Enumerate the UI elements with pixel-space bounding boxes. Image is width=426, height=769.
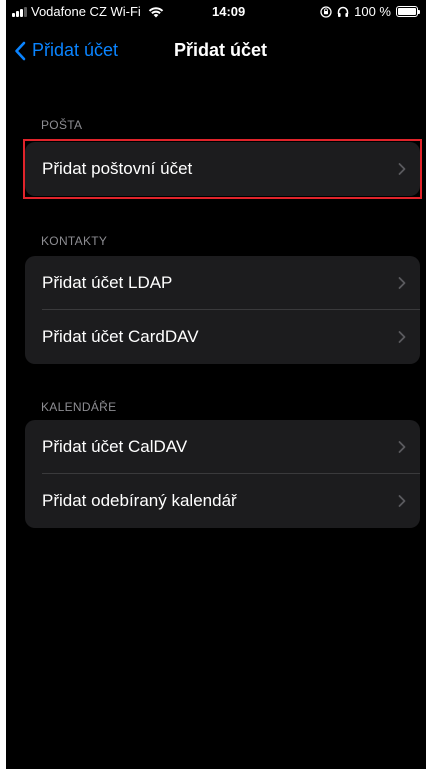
page-title: Přidat účet — [174, 40, 268, 60]
list-item-add-mail-account[interactable]: Přidat poštovní účet — [25, 142, 420, 196]
list-item-label: Přidat účet CardDAV — [42, 327, 199, 346]
settings-screen: Vodafone CZ Wi-Fi 14:09 100 % Přidat úče… — [6, 0, 426, 769]
list-item-label: Přidat poštovní účet — [42, 159, 193, 178]
list-item-add-caldav-account[interactable]: Přidat účet CalDAV — [25, 420, 420, 474]
chevron-right-icon — [398, 331, 406, 343]
battery-percentage: 100 % — [354, 4, 391, 19]
chevron-right-icon — [398, 495, 406, 507]
chevron-right-icon — [398, 441, 406, 453]
battery-icon — [396, 6, 420, 17]
group-contacts: Přidat účet LDAP Přidat účet CardDAV — [25, 256, 420, 364]
list-item-add-ldap-account[interactable]: Přidat účet LDAP — [25, 256, 420, 310]
navigation-bar: Přidat účet Přidat účet — [6, 36, 426, 70]
back-button[interactable]: Přidat účet — [14, 40, 118, 61]
orientation-lock-icon — [320, 5, 332, 18]
carrier-name: Vodafone CZ Wi-Fi — [31, 4, 141, 19]
status-right: 100 % — [320, 4, 420, 19]
status-left: Vodafone CZ Wi-Fi — [12, 4, 164, 19]
chevron-right-icon — [398, 163, 406, 175]
headphones-icon — [337, 6, 349, 17]
status-bar: Vodafone CZ Wi-Fi 14:09 100 % — [6, 0, 426, 24]
list-item-add-subscribed-calendar[interactable]: Přidat odebíraný kalendář — [25, 474, 420, 528]
chevron-right-icon — [398, 277, 406, 289]
section-header-calendars: KALENDÁŘE — [41, 400, 117, 414]
back-button-label: Přidat účet — [32, 40, 119, 60]
chevron-left-icon — [15, 41, 26, 60]
list-item-label: Přidat účet LDAP — [42, 273, 173, 292]
section-header-mail: POŠTA — [41, 118, 83, 132]
group-calendars: Přidat účet CalDAV Přidat odebíraný kale… — [25, 420, 420, 528]
list-item-label: Přidat účet CalDAV — [42, 437, 188, 456]
status-time: 14:09 — [212, 4, 246, 19]
list-item-add-carddav-account[interactable]: Přidat účet CardDAV — [25, 310, 420, 364]
group-mail: Přidat poštovní účet — [25, 142, 420, 196]
signal-icon — [12, 6, 27, 17]
list-item-label: Přidat odebíraný kalendář — [42, 491, 237, 510]
wifi-icon — [148, 6, 164, 17]
section-header-contacts: KONTAKTY — [41, 234, 108, 248]
